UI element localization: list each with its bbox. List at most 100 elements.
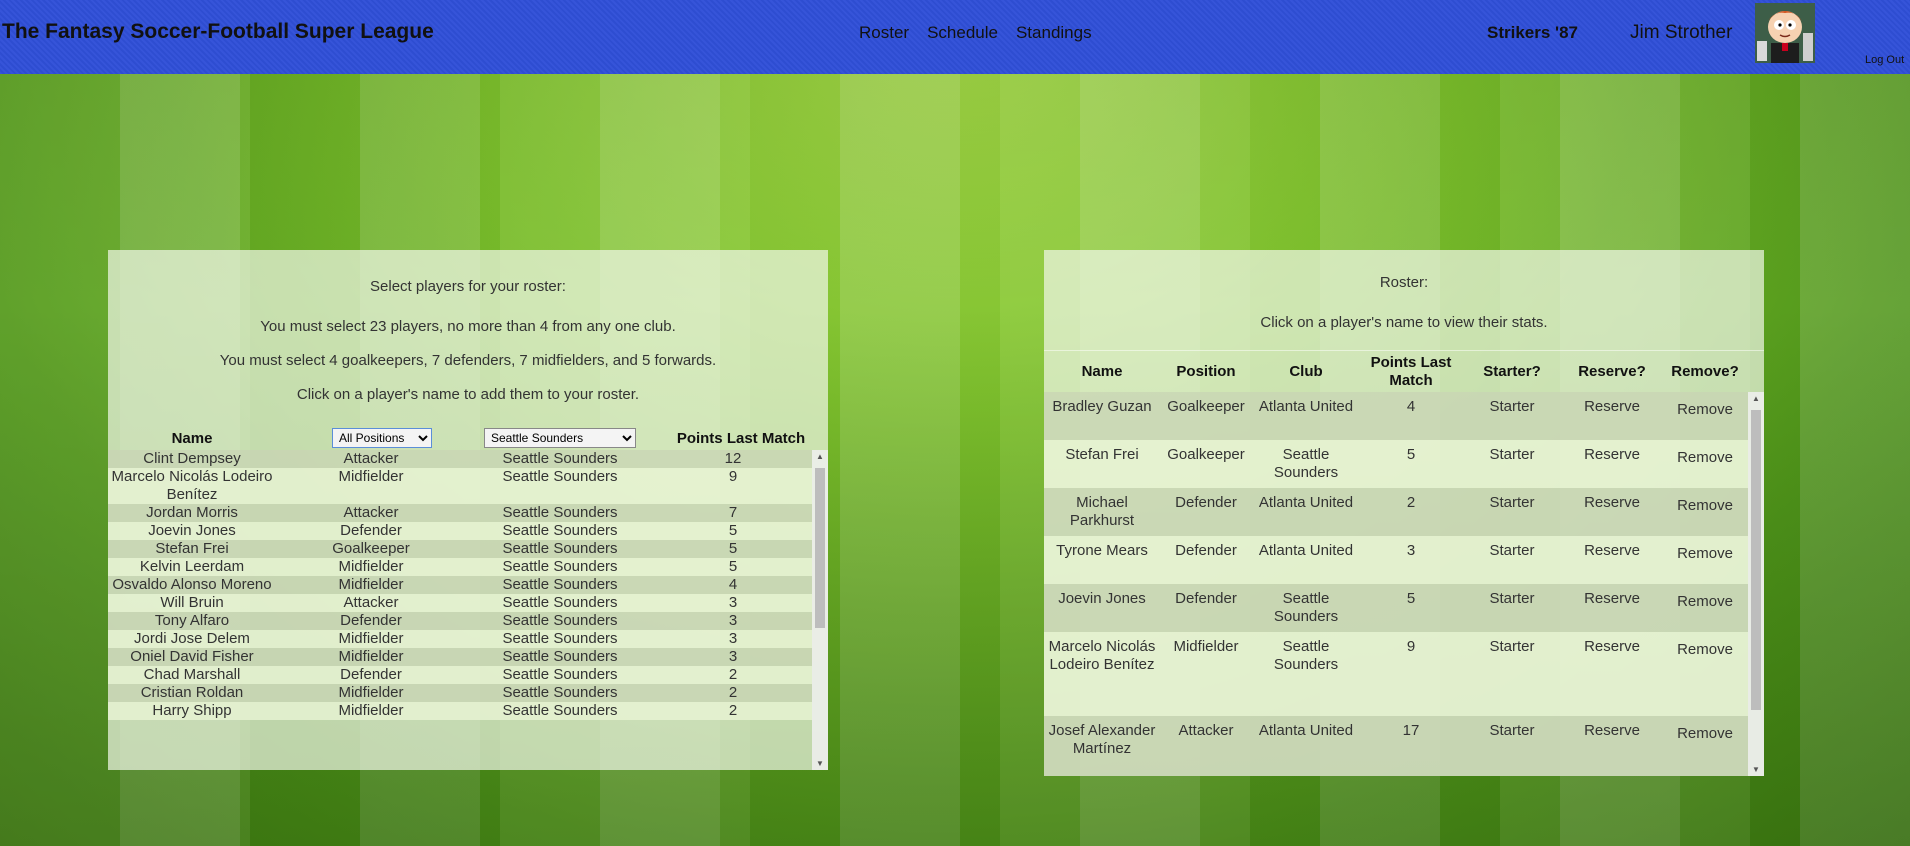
- col-header-name: Name: [171, 430, 213, 447]
- roster-player-name[interactable]: Stefan Frei: [1044, 446, 1160, 488]
- top-header: The Fantasy Soccer-Football Super League…: [0, 0, 1910, 74]
- scroll-up-icon[interactable]: ▲: [812, 452, 828, 461]
- roster-row: Tyrone Mears Defender Atlanta United 3 Start…: [1044, 536, 1748, 584]
- roster-player-points: 9: [1406, 638, 1416, 655]
- player-name[interactable]: Clint Dempsey: [108, 450, 276, 468]
- remove-button[interactable]: Remove: [1662, 446, 1748, 488]
- nav-standings[interactable]: Standings: [1016, 23, 1092, 43]
- roster-heading: Roster:: [1379, 274, 1429, 291]
- roster-player-name[interactable]: Michael Parkhurst: [1044, 494, 1160, 536]
- roster-player-position: Defender: [1175, 590, 1237, 607]
- logout-link[interactable]: Log Out: [1865, 54, 1904, 66]
- player-row[interactable]: Kelvin Leerdam Midfielder Seattle Sounders…: [108, 558, 812, 576]
- player-row[interactable]: Harry Shipp Midfielder Seattle Sounders 2: [108, 702, 812, 720]
- roster-player-points: 17: [1402, 722, 1420, 739]
- reserve-button[interactable]: Reserve: [1562, 542, 1662, 584]
- select-heading: Select players for your roster:: [370, 278, 566, 295]
- player-list-scrollbar[interactable]: ▲ ▼: [812, 450, 828, 770]
- remove-button[interactable]: Remove: [1662, 638, 1748, 716]
- scroll-down-icon[interactable]: ▼: [1748, 765, 1764, 774]
- player-row[interactable]: Cristian Roldan Midfielder Seattle Sounder…: [108, 684, 812, 702]
- player-name[interactable]: Stefan Frei: [108, 540, 276, 558]
- starter-button[interactable]: Starter: [1462, 590, 1562, 632]
- player-row[interactable]: Osvaldo Alonso Moreno Midfielder Seattle S…: [108, 576, 812, 594]
- roster-col-points: Points Last Match: [1370, 354, 1452, 389]
- reserve-button[interactable]: Reserve: [1562, 446, 1662, 488]
- player-points: 3: [728, 612, 738, 629]
- remove-button[interactable]: Remove: [1662, 494, 1748, 536]
- roster-player-position: Attacker: [1178, 722, 1234, 739]
- player-name[interactable]: Marcelo Nicolás Lodeiro Benítez: [108, 468, 276, 504]
- roster-col-position: Position: [1176, 363, 1236, 380]
- reserve-button[interactable]: Reserve: [1562, 398, 1662, 440]
- remove-button[interactable]: Remove: [1662, 590, 1748, 632]
- player-club: Seattle Sounders: [502, 504, 618, 521]
- player-name[interactable]: Harry Shipp: [108, 702, 276, 720]
- player-club: Seattle Sounders: [502, 648, 618, 665]
- starter-button[interactable]: Starter: [1462, 722, 1562, 776]
- roster-player-name[interactable]: Joevin Jones: [1044, 590, 1160, 632]
- player-name[interactable]: Chad Marshall: [108, 666, 276, 684]
- scroll-down-icon[interactable]: ▼: [812, 759, 828, 768]
- scroll-up-icon[interactable]: ▲: [1748, 394, 1764, 403]
- starter-button[interactable]: Starter: [1462, 446, 1562, 488]
- remove-button[interactable]: Remove: [1662, 722, 1748, 776]
- reserve-button[interactable]: Reserve: [1562, 494, 1662, 536]
- player-name[interactable]: Jordan Morris: [108, 504, 276, 522]
- starter-button[interactable]: Starter: [1462, 542, 1562, 584]
- roster-player-club: Atlanta United: [1258, 494, 1354, 511]
- scroll-thumb[interactable]: [1751, 410, 1761, 710]
- club-filter-select[interactable]: Seattle Sounders: [484, 428, 636, 448]
- reserve-button[interactable]: Reserve: [1562, 590, 1662, 632]
- roster-scrollbar[interactable]: ▲ ▼: [1748, 392, 1764, 776]
- player-name[interactable]: Cristian Roldan: [108, 684, 276, 702]
- player-row[interactable]: Tony Alfaro Defender Seattle Sounders 3: [108, 612, 812, 630]
- nav-roster[interactable]: Roster: [859, 23, 909, 43]
- player-row[interactable]: Marcelo Nicolás Lodeiro Benítez Midfielde…: [108, 468, 812, 504]
- reserve-button[interactable]: Reserve: [1562, 638, 1662, 716]
- remove-button[interactable]: Remove: [1662, 398, 1748, 440]
- position-filter-select[interactable]: All Positions: [332, 428, 432, 448]
- player-row[interactable]: Chad Marshall Defender Seattle Sounders 2: [108, 666, 812, 684]
- roster-player-club: Seattle Sounders: [1273, 638, 1339, 673]
- player-club: Seattle Sounders: [502, 684, 618, 701]
- starter-button[interactable]: Starter: [1462, 638, 1562, 716]
- player-row[interactable]: Stefan Frei Goalkeeper Seattle Sounders 5: [108, 540, 812, 558]
- player-position: Attacker: [343, 450, 399, 467]
- starter-button[interactable]: Starter: [1462, 494, 1562, 536]
- roster-player-name[interactable]: Josef Alexander Martínez: [1044, 722, 1160, 776]
- player-club: Seattle Sounders: [502, 540, 618, 557]
- player-points: 3: [728, 630, 738, 647]
- player-selection-panel: Select players for your roster: You must…: [108, 250, 828, 770]
- player-name[interactable]: Osvaldo Alonso Moreno: [108, 576, 276, 594]
- player-name[interactable]: Oniel David Fisher: [108, 648, 276, 666]
- player-row[interactable]: Jordi Jose Delem Midfielder Seattle Sounde…: [108, 630, 812, 648]
- remove-button[interactable]: Remove: [1662, 542, 1748, 584]
- roster-player-name[interactable]: Tyrone Mears: [1044, 542, 1160, 584]
- player-row[interactable]: Will Bruin Attacker Seattle Sounders 3: [108, 594, 812, 612]
- player-name[interactable]: Joevin Jones: [108, 522, 276, 540]
- player-points: 2: [728, 684, 738, 701]
- player-name[interactable]: Will Bruin: [108, 594, 276, 612]
- player-row[interactable]: Clint Dempsey Attacker Seattle Sounders 12: [108, 450, 812, 468]
- player-name[interactable]: Tony Alfaro: [108, 612, 276, 630]
- starter-button[interactable]: Starter: [1462, 398, 1562, 440]
- roster-player-club: Atlanta United: [1258, 398, 1354, 415]
- player-name[interactable]: Kelvin Leerdam: [108, 558, 276, 576]
- player-row[interactable]: Jordan Morris Attacker Seattle Sounders 7: [108, 504, 812, 522]
- nav-schedule[interactable]: Schedule: [927, 23, 998, 43]
- reserve-button[interactable]: Reserve: [1562, 722, 1662, 776]
- player-row[interactable]: Oniel David Fisher Midfielder Seattle Soun…: [108, 648, 812, 666]
- scroll-thumb[interactable]: [815, 468, 825, 628]
- player-name[interactable]: Jordi Jose Delem: [108, 630, 276, 648]
- roster-player-name[interactable]: Marcelo Nicolás Lodeiro Benítez: [1044, 638, 1160, 716]
- roster-player-points: 3: [1406, 542, 1416, 559]
- avatar: [1755, 3, 1815, 63]
- player-row[interactable]: Joevin Jones Defender Seattle Sounders 5: [108, 522, 812, 540]
- player-position: Attacker: [343, 594, 399, 611]
- player-points: 2: [728, 666, 738, 683]
- roster-subtext: Click on a player's name to view their s…: [1260, 314, 1548, 331]
- player-points: 7: [728, 504, 738, 521]
- roster-player-points: 5: [1406, 590, 1416, 607]
- roster-player-name[interactable]: Bradley Guzan: [1044, 398, 1160, 440]
